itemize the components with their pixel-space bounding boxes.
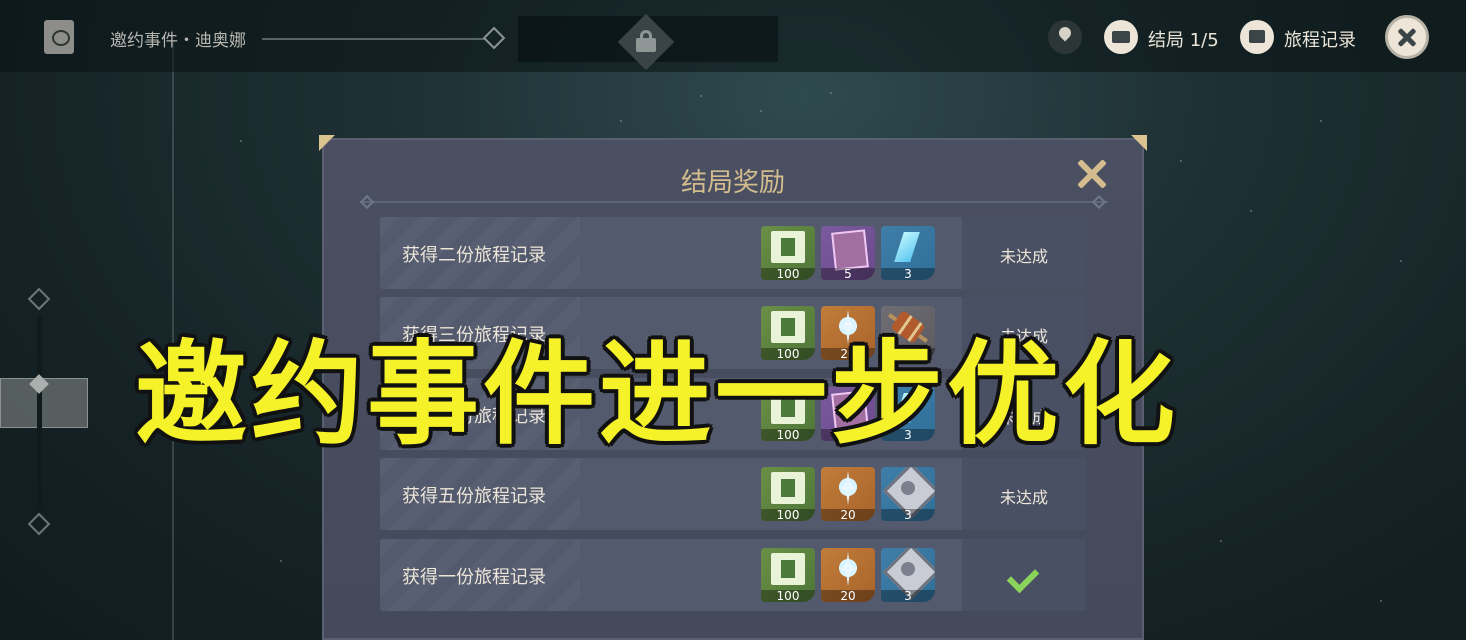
dialog-close-icon[interactable] xyxy=(1076,158,1108,190)
corner-ornament-icon xyxy=(1128,132,1150,154)
item-count: 3 xyxy=(881,590,935,602)
reward-condition: 获得一份旅程记录 xyxy=(402,567,546,588)
reward-condition: 获得二份旅程记录 xyxy=(402,245,546,266)
reward-row: 获得二份旅程记录 100 5 3 未达成 xyxy=(380,217,1086,289)
zoom-out-icon[interactable] xyxy=(27,512,51,536)
item-count: 100 xyxy=(761,268,815,280)
journal-icon[interactable] xyxy=(1240,20,1274,54)
hero-wit-icon[interactable]: 100 xyxy=(761,467,815,521)
reward-row: 获得五份旅程记录 100 20 3 未达成 xyxy=(380,458,1086,530)
corner-ornament-icon xyxy=(316,132,338,154)
dialog-title: 结局奖励 xyxy=(680,168,785,198)
lock-icon xyxy=(636,30,656,52)
status-cell: 未达成 xyxy=(962,458,1086,530)
item-count: 3 xyxy=(881,509,935,521)
zoom-slider-track[interactable] xyxy=(37,316,42,510)
status-cell: 未达成 xyxy=(962,217,1086,289)
purple-book-icon[interactable]: 5 xyxy=(821,226,875,280)
ending-chest-icon[interactable] xyxy=(1104,20,1138,54)
event-title: 邀约事件・迪奥娜 xyxy=(110,31,246,51)
map-pin-icon[interactable] xyxy=(1048,20,1082,54)
close-button[interactable] xyxy=(1385,15,1429,59)
item-count: 20 xyxy=(821,509,875,521)
status-cell xyxy=(962,539,1086,611)
checkmark-icon xyxy=(1010,561,1038,589)
hero-wit-icon[interactable]: 100 xyxy=(761,548,815,602)
reward-row: 获得一份旅程记录 100 20 3 xyxy=(380,539,1086,611)
title-divider xyxy=(360,201,1108,203)
hero-wit-icon[interactable]: 100 xyxy=(761,226,815,280)
primogem-icon[interactable]: 20 xyxy=(821,467,875,521)
item-count: 20 xyxy=(821,590,875,602)
reward-condition: 获得五份旅程记录 xyxy=(402,486,546,507)
item-count: 3 xyxy=(881,268,935,280)
zoom-in-icon[interactable] xyxy=(27,287,51,311)
event-book-icon xyxy=(44,20,74,54)
status-text: 未达成 xyxy=(999,488,1048,507)
status-text: 未达成 xyxy=(999,247,1048,266)
primogem-icon[interactable]: 20 xyxy=(821,548,875,602)
talent-material-icon[interactable]: 3 xyxy=(881,548,935,602)
item-count: 100 xyxy=(761,509,815,521)
item-count: 100 xyxy=(761,590,815,602)
overlay-caption: 邀约事件进一步优化 xyxy=(135,329,1179,460)
talent-material-icon[interactable]: 3 xyxy=(881,467,935,521)
crystal-chunk-icon[interactable]: 3 xyxy=(881,226,935,280)
item-count: 5 xyxy=(821,268,875,280)
ending-progress-label[interactable]: 结局 1/5 xyxy=(1148,26,1219,52)
event-progress-line xyxy=(262,38,486,40)
journal-label[interactable]: 旅程记录 xyxy=(1284,26,1356,52)
